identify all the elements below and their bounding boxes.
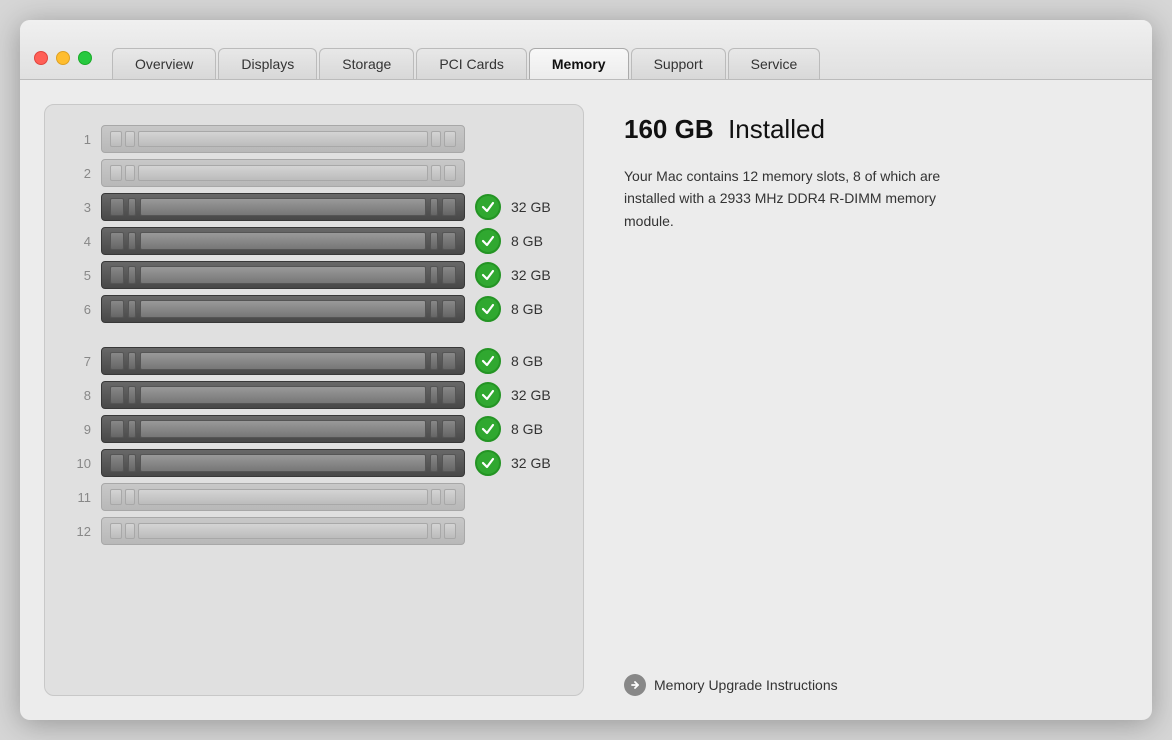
slot-row-1: 1 bbox=[69, 125, 559, 153]
upgrade-link[interactable]: Memory Upgrade Instructions bbox=[624, 654, 1128, 696]
slot-size-9: 8 GB bbox=[511, 421, 559, 437]
ram-stick-3 bbox=[101, 193, 465, 221]
slot-row-11: 11 bbox=[69, 483, 559, 511]
slot-row-10: 10 3 bbox=[69, 449, 559, 477]
ram-stick-9 bbox=[101, 415, 465, 443]
check-icon-7 bbox=[475, 348, 501, 374]
tab-displays[interactable]: Displays bbox=[218, 48, 317, 79]
ram-stick-5 bbox=[101, 261, 465, 289]
slot-size-7: 8 GB bbox=[511, 353, 559, 369]
tab-overview[interactable]: Overview bbox=[112, 48, 216, 79]
check-icon-3 bbox=[475, 194, 501, 220]
slot-row-4: 4 8 bbox=[69, 227, 559, 255]
ram-stick-8 bbox=[101, 381, 465, 409]
traffic-lights bbox=[34, 51, 92, 65]
slot-number-9: 9 bbox=[69, 422, 91, 437]
slot-row-8: 8 32 bbox=[69, 381, 559, 409]
maximize-button[interactable] bbox=[78, 51, 92, 65]
slot-number-8: 8 bbox=[69, 388, 91, 403]
tab-storage[interactable]: Storage bbox=[319, 48, 414, 79]
app-window: Overview Displays Storage PCI Cards Memo… bbox=[20, 20, 1152, 720]
ram-stick-10 bbox=[101, 449, 465, 477]
slot-row-2: 2 bbox=[69, 159, 559, 187]
close-button[interactable] bbox=[34, 51, 48, 65]
tab-service[interactable]: Service bbox=[728, 48, 821, 79]
ram-stick-1 bbox=[101, 125, 465, 153]
check-icon-6 bbox=[475, 296, 501, 322]
memory-slots-panel: 1 2 bbox=[44, 104, 584, 696]
slot-size-6: 8 GB bbox=[511, 301, 559, 317]
tab-bar: Overview Displays Storage PCI Cards Memo… bbox=[112, 48, 822, 79]
slot-size-10: 32 GB bbox=[511, 455, 559, 471]
check-icon-5 bbox=[475, 262, 501, 288]
slot-number-11: 11 bbox=[69, 490, 91, 505]
slot-row-3: 3 32 bbox=[69, 193, 559, 221]
slot-row-9: 9 8 bbox=[69, 415, 559, 443]
slot-number-6: 6 bbox=[69, 302, 91, 317]
slot-size-8: 32 GB bbox=[511, 387, 559, 403]
slot-number-10: 10 bbox=[69, 456, 91, 471]
check-icon-9 bbox=[475, 416, 501, 442]
ram-stick-6 bbox=[101, 295, 465, 323]
tab-pci-cards[interactable]: PCI Cards bbox=[416, 48, 527, 79]
ram-stick-7 bbox=[101, 347, 465, 375]
titlebar: Overview Displays Storage PCI Cards Memo… bbox=[20, 20, 1152, 80]
check-icon-8 bbox=[475, 382, 501, 408]
slot-size-3: 32 GB bbox=[511, 199, 559, 215]
ram-stick-12 bbox=[101, 517, 465, 545]
slot-number-7: 7 bbox=[69, 354, 91, 369]
slot-size-4: 8 GB bbox=[511, 233, 559, 249]
slot-number-5: 5 bbox=[69, 268, 91, 283]
slot-row-5: 5 32 bbox=[69, 261, 559, 289]
check-icon-4 bbox=[475, 228, 501, 254]
installed-amount: 160 GB bbox=[624, 114, 714, 144]
slot-number-3: 3 bbox=[69, 200, 91, 215]
main-content: 1 2 bbox=[20, 80, 1152, 720]
tab-memory[interactable]: Memory bbox=[529, 48, 629, 79]
slot-number-1: 1 bbox=[69, 132, 91, 147]
ram-stick-2 bbox=[101, 159, 465, 187]
slot-row-7: 7 8 bbox=[69, 347, 559, 375]
slot-number-4: 4 bbox=[69, 234, 91, 249]
minimize-button[interactable] bbox=[56, 51, 70, 65]
info-panel: 160 GB Installed Your Mac contains 12 me… bbox=[614, 104, 1128, 696]
slot-row-6: 6 8 bbox=[69, 295, 559, 323]
ram-stick-11 bbox=[101, 483, 465, 511]
installed-title: 160 GB Installed bbox=[624, 114, 1128, 145]
check-icon-10 bbox=[475, 450, 501, 476]
tab-support[interactable]: Support bbox=[631, 48, 726, 79]
slot-group-1: 1 2 bbox=[69, 125, 559, 323]
ram-stick-4 bbox=[101, 227, 465, 255]
upgrade-link-label: Memory Upgrade Instructions bbox=[654, 677, 838, 693]
upgrade-arrow-icon bbox=[624, 674, 646, 696]
installed-label: Installed bbox=[728, 114, 825, 144]
slot-number-2: 2 bbox=[69, 166, 91, 181]
slot-group-2: 7 8 bbox=[69, 347, 559, 545]
slot-number-12: 12 bbox=[69, 524, 91, 539]
slot-row-12: 12 bbox=[69, 517, 559, 545]
slot-size-5: 32 GB bbox=[511, 267, 559, 283]
memory-description: Your Mac contains 12 memory slots, 8 of … bbox=[624, 165, 984, 232]
